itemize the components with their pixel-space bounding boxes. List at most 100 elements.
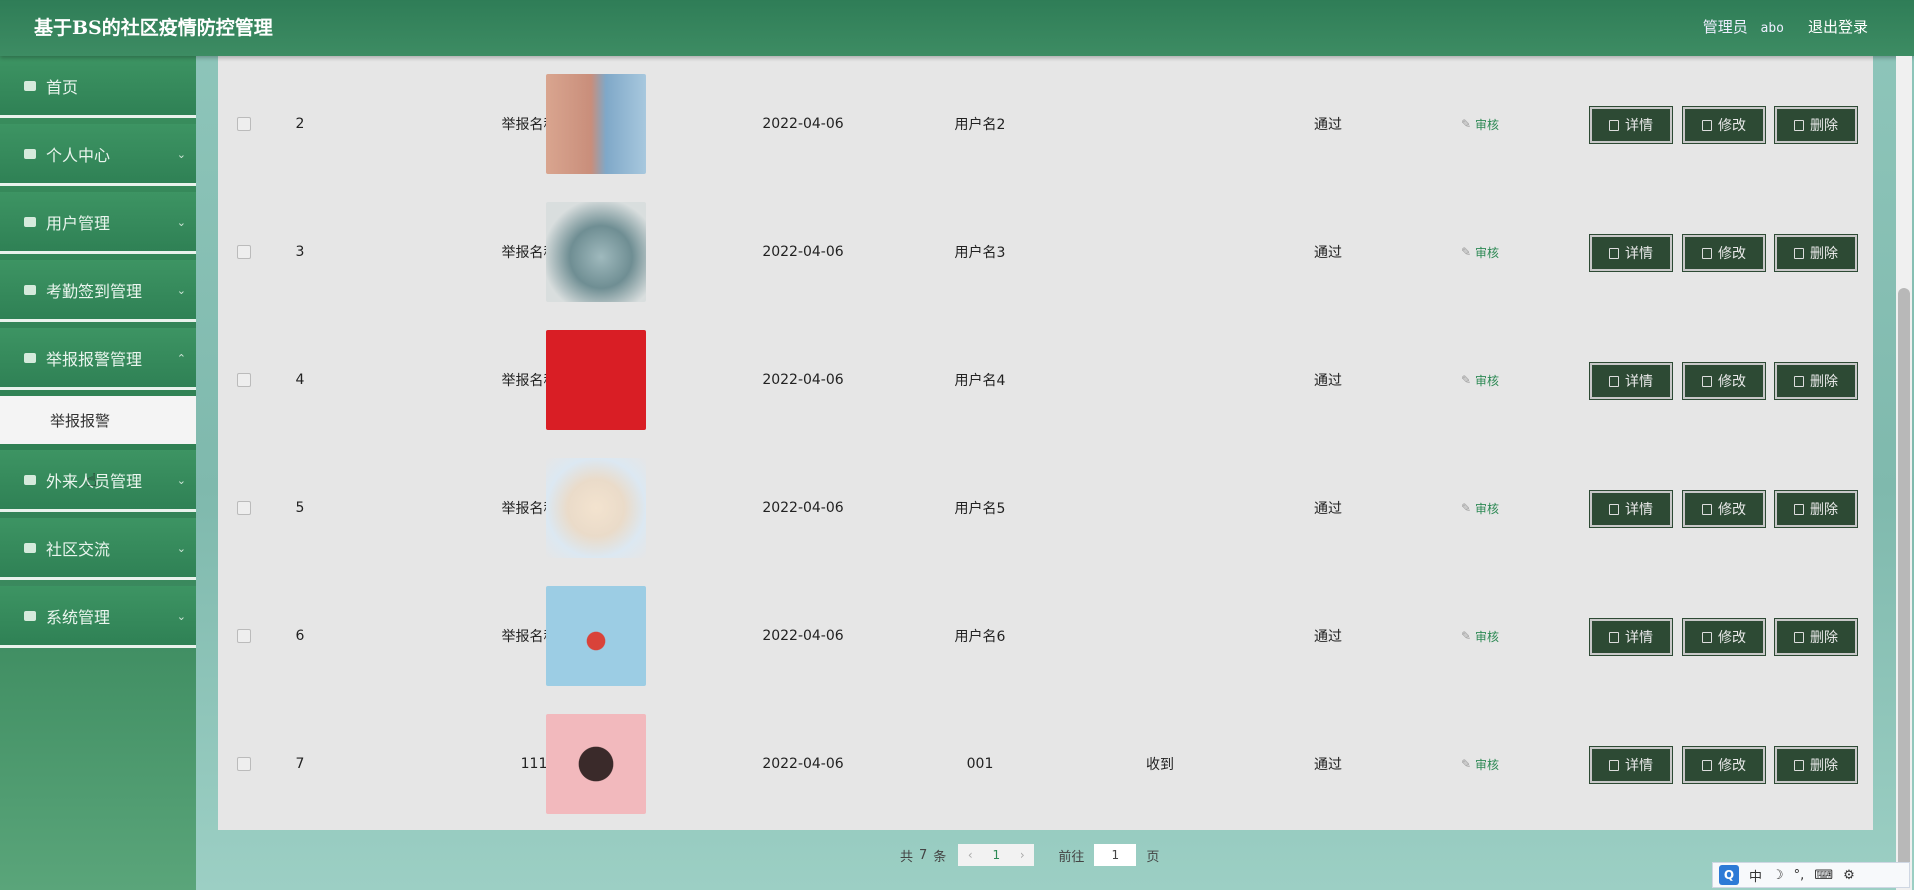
report-date: 2022-04-06 [762,116,844,132]
audit-link[interactable]: ✎ 审核 [1461,756,1499,773]
row-checkbox[interactable] [237,757,251,771]
edit-button[interactable]: 修改 [1682,234,1766,272]
table-row: 2 举报名称2 2022-04-06 用户名2 通过 ✎ 审核 详情 修改 删除 [218,60,1873,188]
row-checkbox[interactable] [237,245,251,259]
pencil-icon [1702,631,1712,643]
report-user: 用户名5 [954,501,1006,517]
report-image [546,74,646,174]
trash-icon [1794,247,1804,259]
ime-toolbar: Q 中 ☽ °, ⌨ ⚙ [1712,862,1910,888]
sidebar-item-report[interactable]: 举报报警管理 ⌃ [0,328,196,390]
button-label: 详情 [1625,502,1653,518]
button-label: 详情 [1625,374,1653,390]
checkbox-cell [218,572,270,700]
page-number[interactable]: 1 [982,844,1011,866]
prev-page-button[interactable]: ‹ [958,844,983,866]
row-checkbox[interactable] [237,117,251,131]
status-badge: 通过 [1314,501,1342,517]
moon-icon[interactable]: ☽ [1772,868,1784,883]
report-image [546,586,646,686]
delete-button[interactable]: 删除 [1774,618,1858,656]
next-page-button[interactable]: › [1010,844,1035,866]
reply-text [1080,444,1240,572]
status-badge: 通过 [1314,373,1342,389]
pencil-icon: ✎ [1460,245,1472,259]
ime-logo-icon[interactable]: Q [1719,865,1739,885]
row-checkbox[interactable] [237,629,251,643]
button-label: 修改 [1718,118,1746,134]
image-cell [546,60,646,188]
button-label: 详情 [1625,118,1653,134]
submenu-item-report[interactable]: 举报报警 [0,396,196,444]
audit-label: 审核 [1475,117,1500,132]
total-prefix: 共 [900,849,914,865]
pencil-icon [1702,119,1712,131]
detail-button[interactable]: 详情 [1589,362,1673,400]
report-image [546,458,646,558]
audit-link[interactable]: ✎ 审核 [1461,372,1499,389]
audit-link[interactable]: ✎ 审核 [1461,500,1499,517]
audit-cell: ✎ 审核 [1440,444,1520,572]
audit-cell: ✎ 审核 [1440,188,1520,316]
punctuation-icon[interactable]: °, [1794,868,1805,883]
username-label: abo [1760,21,1784,36]
goto-page-input[interactable]: 1 [1094,844,1137,866]
delete-button[interactable]: 删除 [1774,746,1858,784]
sidebar-item-users[interactable]: 用户管理 ⌄ [0,192,196,254]
detail-button[interactable]: 详情 [1589,490,1673,528]
edit-button[interactable]: 修改 [1682,746,1766,784]
edit-button[interactable]: 修改 [1682,618,1766,656]
trash-icon [1794,759,1804,771]
button-label: 删除 [1810,246,1838,262]
chat-icon [24,542,36,553]
sidebar-item-community[interactable]: 社区交流 ⌄ [0,518,196,580]
report-image [546,330,646,430]
sidebar-item-home[interactable]: 首页 [0,56,196,118]
audit-link[interactable]: ✎ 审核 [1461,628,1499,645]
pencil-icon: ✎ [1460,501,1472,515]
tool-icon[interactable]: ⚙ [1843,868,1855,883]
detail-button[interactable]: 详情 [1589,106,1673,144]
logout-link[interactable]: 退出登录 [1808,16,1868,37]
detail-button[interactable]: 详情 [1589,746,1673,784]
sidebar-item-label: 系统管理 [46,607,111,627]
pencil-icon: ✎ [1460,757,1472,771]
button-label: 删除 [1810,374,1838,390]
sidebar-item-system[interactable]: 系统管理 ⌄ [0,586,196,648]
audit-link[interactable]: ✎ 审核 [1461,244,1499,261]
delete-button[interactable]: 删除 [1774,490,1858,528]
sidebar-item-label: 考勤签到管理 [46,281,143,301]
detail-button[interactable]: 详情 [1589,618,1673,656]
sidebar-item-label: 举报报警管理 [46,349,143,369]
admin-info: 管理员 abo [1703,16,1784,37]
audit-link[interactable]: ✎ 审核 [1461,116,1499,133]
audit-cell: ✎ 审核 [1440,700,1520,828]
report-user: 用户名4 [954,373,1006,389]
goto-suffix: 页 [1146,849,1160,865]
button-label: 详情 [1625,758,1653,774]
sidebar-item-visitors[interactable]: 外来人员管理 ⌄ [0,450,196,512]
status-badge: 通过 [1314,629,1342,645]
keyboard-icon[interactable]: ⌨ [1814,868,1833,883]
delete-button[interactable]: 删除 [1774,362,1858,400]
edit-button[interactable]: 修改 [1682,490,1766,528]
scrollbar-thumb[interactable] [1898,288,1910,868]
audit-cell: ✎ 审核 [1440,316,1520,444]
row-checkbox[interactable] [237,373,251,387]
edit-button[interactable]: 修改 [1682,106,1766,144]
sidebar-item-personal[interactable]: 个人中心 ⌄ [0,124,196,186]
edit-button[interactable]: 修改 [1682,362,1766,400]
row-checkbox[interactable] [237,501,251,515]
delete-button[interactable]: 删除 [1774,234,1858,272]
table-row: 4 举报名称4 2022-04-06 用户名4 通过 ✎ 审核 详情 修改 删除 [218,316,1873,444]
chevron-down-icon: ⌄ [176,216,186,229]
audit-cell: ✎ 审核 [1440,60,1520,188]
report-image [546,714,646,814]
page-scrollbar[interactable] [1896,56,1912,890]
sidebar-item-attendance[interactable]: 考勤签到管理 ⌄ [0,260,196,322]
pencil-icon [1702,759,1712,771]
pointer-hand-icon: ☝ [86,470,97,491]
delete-button[interactable]: 删除 [1774,106,1858,144]
ime-mode[interactable]: 中 [1749,866,1762,885]
detail-button[interactable]: 详情 [1589,234,1673,272]
